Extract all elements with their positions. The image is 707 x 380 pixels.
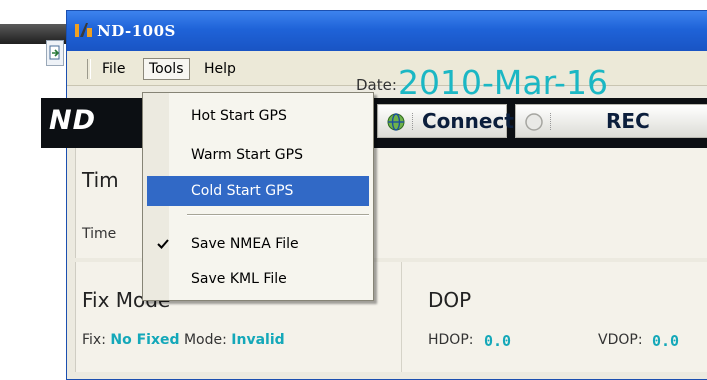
connect-label: Connect [422,109,514,133]
app-logo-text: ND [49,105,97,136]
rec-label: REC [606,109,650,133]
app-logo-icon [75,23,92,37]
record-circle-icon [525,113,543,131]
menu-item-cold-start-gps[interactable]: Cold Start GPS [147,176,369,206]
fix-value: No Fixed [110,332,180,348]
time-section-title: Tim [82,168,119,192]
button-separator [550,113,551,130]
dop-title: DOP [428,288,472,312]
menu-item-save-kml-file[interactable]: Save KML File [147,264,369,294]
dop-panel: DOP HDOP: 0.0 VDOP: 0.0 [402,262,707,372]
check-icon [157,239,169,249]
transfer-icon [49,45,60,60]
menu-item-save-nmea-file[interactable]: Save NMEA File [147,229,369,259]
menu-tools[interactable]: Tools [143,58,190,80]
mode-value: Invalid [231,332,285,348]
hdop-label: HDOP: [428,332,474,348]
menu-item-hot-start-gps[interactable]: Hot Start GPS [147,101,369,131]
menu-separator [187,214,369,216]
menu-item-warm-start-gps[interactable]: Warm Start GPS [147,140,369,170]
rec-button[interactable]: REC [515,104,707,138]
title-bar[interactable]: ND-100S [67,11,707,51]
menu-file[interactable]: File [97,58,130,80]
header-band: ND Connect REC [41,98,707,148]
time-label: Time [82,226,117,242]
background-tool-button[interactable] [46,40,64,66]
vdop-value: 0.0 [652,332,680,350]
fix-label: Fix: [82,332,106,348]
button-separator [412,113,413,130]
window-title: ND-100S [97,22,176,40]
tools-dropdown-menu: Hot Start GPS Warm Start GPS Cold Start … [142,92,374,301]
menu-help[interactable]: Help [199,58,241,80]
date-value: 2010-Mar-16 [398,63,608,102]
vdop-label: VDOP: [598,332,643,348]
menu-grip [87,59,91,79]
hdop-value: 0.0 [484,332,512,350]
mode-label: Mode: [183,332,227,348]
connect-button[interactable]: Connect [377,104,514,138]
connect-globe-icon [387,113,405,131]
fix-mode-line: Fix: No Fixed Mode: Invalid [82,332,285,348]
